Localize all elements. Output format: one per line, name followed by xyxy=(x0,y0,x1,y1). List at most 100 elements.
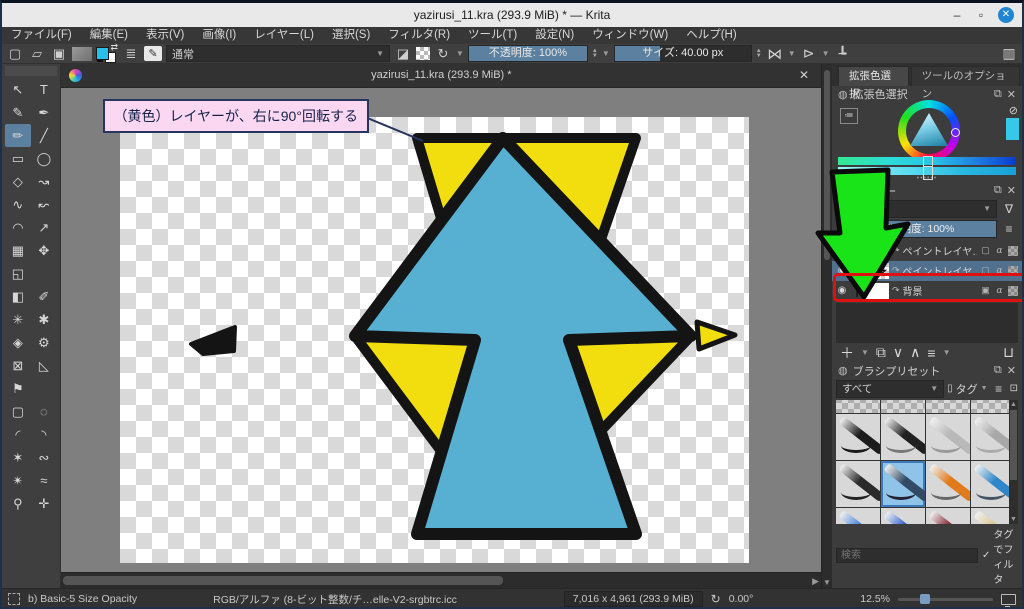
layer-blend-mode-select[interactable]: 通常 ▼ xyxy=(837,200,997,218)
brush-preset[interactable] xyxy=(836,400,880,413)
maximize-button[interactable]: ▫ xyxy=(974,8,988,22)
wrap-around-icon[interactable]: ⊳ xyxy=(800,46,818,62)
layer-lock-icon[interactable]: ▢ xyxy=(980,265,991,276)
inherit-alpha-icon[interactable] xyxy=(1008,286,1018,296)
tool-polygonal-select-icon[interactable]: ◜ xyxy=(5,423,31,446)
tool-measure-icon[interactable]: ◺ xyxy=(31,354,57,377)
preset-search-input[interactable] xyxy=(836,548,978,563)
tool-bezier-select-icon[interactable]: ∾ xyxy=(31,446,57,469)
tool-select-shapes-icon[interactable]: ↖ xyxy=(5,78,31,101)
brush-preset[interactable] xyxy=(836,461,880,507)
layer-row[interactable]: ◉↷ペイントレイヤ…▢α xyxy=(832,241,1022,261)
menu-item[interactable]: 画像(I) xyxy=(193,27,245,44)
shade-selector-bar[interactable] xyxy=(838,167,1016,175)
scroll-down-icon[interactable]: ▼ xyxy=(1010,516,1017,523)
float-docker-icon[interactable]: ⧉ xyxy=(994,364,1002,377)
foreground-color-swatch[interactable] xyxy=(96,47,109,60)
menu-item[interactable]: レイヤー(L) xyxy=(245,27,323,44)
open-document-icon[interactable]: ▱ xyxy=(28,46,46,62)
add-layer-button[interactable]: ＋ xyxy=(840,343,854,363)
gradient-swatch[interactable] xyxy=(72,47,92,61)
float-docker-icon[interactable]: ⧉ xyxy=(994,88,1002,101)
tool-pan-icon[interactable]: ✛ xyxy=(31,492,57,515)
edit-brush-settings-icon[interactable]: ✎ xyxy=(144,46,162,61)
preset-scrollbar[interactable]: ▲ ▼ xyxy=(1009,400,1018,524)
tool-similar-select-icon[interactable]: ✶ xyxy=(5,446,31,469)
color-history-bar[interactable] xyxy=(838,157,1016,165)
preset-display-menu-icon[interactable]: ≡ xyxy=(991,382,1007,396)
brush-preset[interactable] xyxy=(881,400,925,413)
tool-polyline-icon[interactable]: ↝ xyxy=(31,170,57,193)
zoom-slider-knob[interactable] xyxy=(920,594,930,604)
tool-contiguous-select-icon[interactable]: ✴ xyxy=(5,469,31,492)
tool-smart-patch-icon[interactable]: ⊠ xyxy=(5,354,31,377)
color-wheel[interactable] xyxy=(898,100,960,162)
brush-preset[interactable] xyxy=(926,400,970,413)
layer-thumbnail[interactable] xyxy=(865,283,889,299)
tool-calligraphy-icon[interactable]: ✒ xyxy=(31,101,57,124)
tool-text-icon[interactable]: T xyxy=(31,78,57,101)
tool-move-icon[interactable]: ✥ xyxy=(31,239,57,262)
vertical-scrollbar-thumb[interactable] xyxy=(824,70,830,260)
no-color-icon[interactable]: ⊘ xyxy=(1009,104,1018,117)
menu-item[interactable]: 設定(N) xyxy=(526,27,583,44)
duplicate-layer-button[interactable]: ⧉ xyxy=(876,344,886,361)
brush-preset[interactable] xyxy=(926,508,970,524)
menu-item[interactable]: ツール(T) xyxy=(459,27,526,44)
tool-rectangle-icon[interactable]: ▭ xyxy=(5,147,31,170)
alpha-lock-icon[interactable]: α xyxy=(994,266,1005,276)
brush-preset[interactable] xyxy=(836,414,880,460)
chevron-down-icon[interactable]: ▼ xyxy=(981,385,988,392)
opacity-spinner[interactable]: ▲▼ xyxy=(592,49,598,59)
brush-preset[interactable] xyxy=(881,508,925,524)
layer-name[interactable]: ペイントレイヤ… xyxy=(903,243,977,258)
chevron-down-icon[interactable]: ▼ xyxy=(788,49,796,58)
menu-item[interactable]: フィルタ(R) xyxy=(379,27,459,44)
tool-magnetic-select-icon[interactable]: ≈ xyxy=(31,469,57,492)
chevron-down-icon[interactable]: ▼ xyxy=(943,348,951,357)
new-document-icon[interactable]: ▢ xyxy=(6,46,24,62)
close-docker-icon[interactable]: ✕ xyxy=(1007,88,1016,101)
vertical-scrollbar[interactable]: ▼ xyxy=(821,64,832,588)
close-button[interactable]: ✕ xyxy=(998,7,1014,23)
layer-name[interactable]: 背景 xyxy=(903,283,977,298)
tool-color-sampler-icon[interactable]: ✐ xyxy=(31,285,57,308)
canvas-viewport[interactable]: （黄色）レイヤーが、右に90°回転する xyxy=(61,88,821,572)
tag-icon[interactable]: ▯ xyxy=(947,383,953,394)
reload-preset-icon[interactable]: ↻ xyxy=(434,46,452,62)
tool-line-icon[interactable]: ╱ xyxy=(31,124,57,147)
tab-tool-options[interactable]: ツールのオプション xyxy=(911,66,1020,86)
tool-freehand-path-icon[interactable]: ↜ xyxy=(31,193,57,216)
layer-lock-icon[interactable]: ▢ xyxy=(980,245,991,256)
tool-dynamic-brush-icon[interactable]: ◠ xyxy=(5,216,31,239)
tool-pattern-edit-icon[interactable]: ✳ xyxy=(5,308,31,331)
tool-freehand-select-icon[interactable]: ◝ xyxy=(31,423,57,446)
layer-row[interactable]: ◉↷背景▣α xyxy=(832,281,1022,301)
inherit-alpha-icon[interactable] xyxy=(1008,266,1018,276)
tab-advanced-color-selector[interactable]: 拡張色選択 xyxy=(838,66,909,86)
tool-transform-icon[interactable]: ▦ xyxy=(5,239,31,262)
brush-size-slider[interactable]: サイズ: 40.00 px xyxy=(614,45,752,62)
rotation-icon[interactable]: ↻ xyxy=(711,592,721,606)
preset-filter-select[interactable]: すべて ▼ xyxy=(836,380,944,398)
selection-mode-icon[interactable] xyxy=(8,593,20,605)
layer-thumbnail[interactable] xyxy=(865,263,889,279)
layer-properties-button[interactable]: ≡ xyxy=(927,345,935,361)
tool-zoom-icon[interactable]: ⚲ xyxy=(5,492,31,515)
brush-preset[interactable] xyxy=(881,414,925,460)
tool-bezier-curve-icon[interactable]: ∿ xyxy=(5,193,31,216)
preserve-alpha-icon[interactable] xyxy=(416,47,430,60)
tool-enclose-fill-icon[interactable]: ⚙ xyxy=(31,331,57,354)
docker-lock-icon[interactable]: ◍ xyxy=(838,184,848,197)
menu-item[interactable]: 表示(V) xyxy=(137,27,193,44)
menu-item[interactable]: ウィンドウ(W) xyxy=(583,27,677,44)
tool-crop-icon[interactable]: ◱ xyxy=(5,262,31,285)
menu-item[interactable]: 編集(E) xyxy=(81,27,137,44)
menu-item[interactable]: ヘルプ(H) xyxy=(677,27,745,44)
layer-visibility-icon[interactable]: ◉ xyxy=(836,265,848,276)
chevron-down-icon[interactable]: ▼ xyxy=(456,49,464,58)
document-close-icon[interactable]: ✕ xyxy=(795,68,813,82)
size-spinner[interactable]: ▲▼ xyxy=(756,49,762,59)
move-layer-up-button[interactable]: ∧ xyxy=(910,344,920,361)
monitor-profile-icon[interactable] xyxy=(1001,594,1016,605)
